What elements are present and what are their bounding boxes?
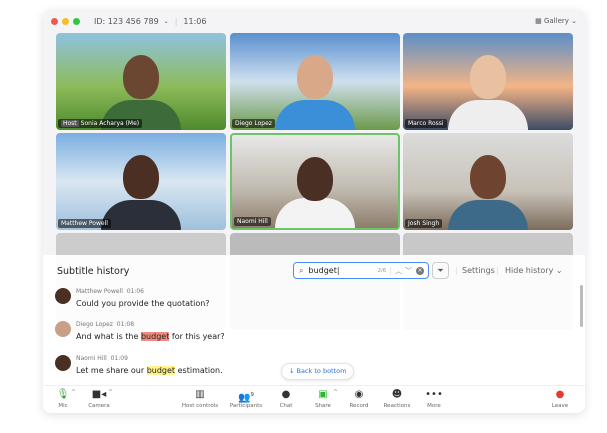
search-highlight-current: budget (140, 332, 170, 341)
message-text: Could you provide the quotation? (76, 299, 210, 308)
divider: | (174, 16, 178, 26)
back-to-bottom-button[interactable]: ↓ Back to bottom (281, 363, 355, 380)
subtitle-search-input[interactable]: ⌕ budget | 2/6 | ︿ ﹀ × (293, 262, 429, 279)
message-time: 01:09 (110, 355, 128, 362)
chevron-down-icon[interactable]: ⌄ (164, 18, 169, 25)
gallery-view-button[interactable]: ▦ Gallery ⌄ (535, 17, 577, 25)
avatar (55, 288, 71, 304)
participant-figure (101, 200, 181, 230)
video-tile-marco[interactable]: Marco Rossi (403, 33, 573, 130)
message-time: 01:06 (126, 288, 144, 295)
clear-search-button[interactable]: × (416, 266, 424, 275)
meeting-time: 11:06 (183, 16, 207, 26)
filter-button[interactable]: ⏷ (432, 262, 449, 279)
avatar (55, 355, 71, 371)
video-tile-matthew[interactable]: Matthew Powell (56, 133, 226, 230)
camera-options-chevron-icon[interactable]: ^ (108, 389, 113, 396)
meeting-window: ID: 123 456 789 ⌄ | 11:06 ▦ Gallery ⌄ Ho… (43, 10, 585, 413)
more-button[interactable]: ••• More (409, 389, 459, 409)
tile-name-label: Matthew Powell (58, 219, 111, 228)
search-icon: ⌕ (299, 265, 304, 275)
participant-face (297, 55, 333, 99)
message-text: And what is the budget for this year? (76, 332, 225, 341)
participant-figure (448, 200, 528, 230)
video-tile-naomi-active-speaker[interactable]: Naomi Hill (230, 133, 400, 230)
maximize-window-button[interactable] (73, 17, 80, 25)
tile-name-label: Marco Rossi (405, 119, 447, 128)
match-count: 2/6 (377, 267, 387, 274)
participant-figure (275, 100, 355, 130)
panel-title: Subtitle history (57, 266, 130, 277)
host-controls-button[interactable]: ▥ Host controls (175, 389, 225, 409)
arrow-down-icon: ↓ (289, 367, 297, 375)
tile-name-label: Host Sonia Acharya (Me) (58, 119, 143, 128)
leave-button[interactable]: ● Leave (535, 389, 585, 409)
tile-name-label: Diego Lopez (232, 119, 275, 128)
search-highlight: budget (146, 366, 176, 375)
participant-face (470, 155, 506, 199)
filter-icon: ⏷ (437, 266, 444, 275)
video-tile-josh[interactable]: Josh Singh (403, 133, 573, 230)
host-controls-icon: ▥ (195, 389, 205, 400)
meeting-id[interactable]: ID: 123 456 789 (94, 17, 159, 26)
camera-icon: ■◂ (91, 389, 107, 400)
participant-figure (275, 198, 355, 228)
avatar (55, 321, 71, 337)
leave-phone-icon: ● (555, 389, 565, 400)
participant-face (470, 55, 506, 99)
meeting-toolbar: 🎙 Mic ^ ■◂ Camera ^ ▥ Host controls 👥9 Parti… (43, 385, 585, 413)
participant-figure (448, 100, 528, 130)
previous-match-button[interactable]: ︿ (395, 266, 402, 276)
grid-icon: ▦ (535, 17, 544, 25)
camera-button[interactable]: ■◂ Camera (74, 389, 124, 409)
tile-name-label: Josh Singh (405, 219, 443, 228)
speaker-name: Matthew Powell (76, 288, 123, 295)
participant-face (123, 155, 159, 199)
speaker-name: Naomi Hill (76, 355, 107, 362)
settings-link[interactable]: Settings (462, 266, 495, 275)
participant-face (297, 157, 333, 201)
hide-history-button[interactable]: Hide history ⌄ (505, 266, 563, 275)
message-text: Let me share our budget estimation. (76, 366, 223, 375)
more-dots-icon: ••• (425, 389, 443, 400)
participant-face (123, 55, 159, 99)
message-time: 01:08 (116, 321, 135, 328)
next-match-button[interactable]: ﹀ (405, 266, 412, 276)
speaker-name: Diego Lopez (76, 321, 113, 328)
participants-count: 9 (250, 392, 254, 398)
tile-name-label: Naomi Hill (234, 217, 271, 226)
title-bar: ID: 123 456 789 ⌄ | 11:06 ▦ Gallery ⌄ (43, 10, 585, 32)
scrollbar[interactable] (580, 285, 583, 327)
video-tile-sonia[interactable]: Host Sonia Acharya (Me) (56, 33, 226, 130)
video-tile-diego[interactable]: Diego Lopez (230, 33, 400, 130)
subtitle-history-panel: Subtitle history ⌕ budget | 2/6 | ︿ ﹀ × ⏷… (43, 255, 585, 385)
close-window-button[interactable] (51, 17, 58, 25)
minimize-window-button[interactable] (62, 17, 69, 25)
